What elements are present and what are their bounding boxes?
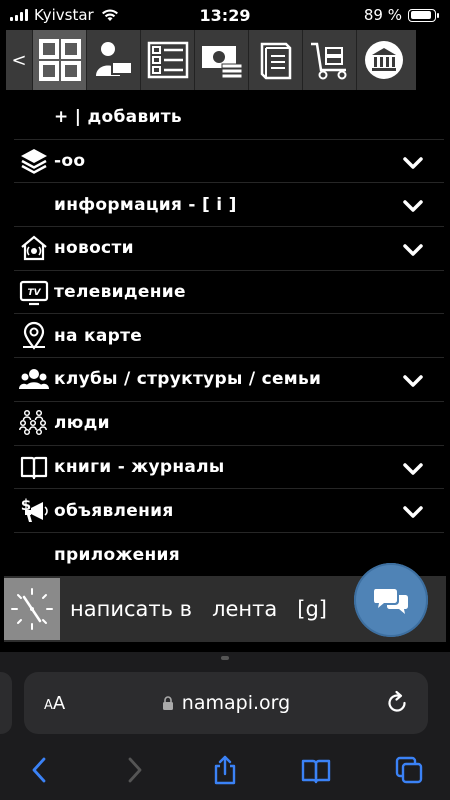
people-icon — [19, 410, 47, 436]
tv-icon: TV — [19, 280, 49, 306]
browser-chrome: AA namapi.org — [0, 652, 450, 800]
chevron-down-icon[interactable] — [402, 370, 428, 396]
book-icon — [260, 42, 291, 80]
toolbar-book-button[interactable] — [248, 30, 302, 90]
toolbar-grid-button[interactable] — [32, 30, 86, 90]
share-icon — [214, 755, 236, 785]
menu-item-label: новости — [54, 238, 134, 259]
chevron-down-icon[interactable] — [402, 152, 428, 178]
home-broadcast-icon — [21, 235, 47, 261]
top-toolbar: < — [6, 30, 416, 90]
group-icon — [19, 369, 49, 390]
menu-item-label: клубы / структуры / семьи — [54, 369, 322, 390]
menu-item-label: приложения — [54, 544, 180, 565]
list-form-icon — [147, 41, 188, 79]
chevron-right-icon — [128, 757, 142, 783]
write-post-label[interactable]: написать в лента [g] — [70, 597, 327, 621]
toolbar-back-button[interactable]: < — [6, 30, 32, 90]
toolbar-list-button[interactable] — [140, 30, 194, 90]
toolbar-institution-button[interactable] — [356, 30, 410, 90]
share-button[interactable] — [205, 750, 245, 790]
menu-item-label: информация - [ i ] — [54, 194, 237, 215]
toolbar-money-button[interactable] — [194, 30, 248, 90]
lock-icon — [162, 696, 173, 710]
menu-item-news[interactable]: новости — [14, 227, 444, 271]
back-button[interactable] — [20, 750, 60, 790]
menu-item-label: на карте — [54, 325, 143, 346]
scroll-indicator — [221, 656, 229, 660]
tabs-icon — [395, 756, 423, 784]
institution-icon — [364, 41, 403, 79]
cart-icon — [310, 42, 346, 80]
chat-button[interactable] — [354, 563, 428, 637]
menu-item-ads[interactable]: $ объявления — [14, 489, 444, 533]
menu-item-books[interactable]: книги - журналы — [14, 446, 444, 490]
menu-item-label: + | добавить — [54, 107, 182, 128]
chat-icon — [374, 589, 408, 614]
menu-item-info[interactable]: информация - [ i ] — [14, 183, 444, 228]
forward-button[interactable] — [114, 750, 154, 790]
menu-item-label: телевидение — [54, 282, 186, 303]
layers-icon — [21, 149, 47, 174]
address-bar[interactable]: AA namapi.org — [24, 672, 428, 734]
menu-item-people[interactable]: люди — [14, 402, 444, 446]
bookmarks-button[interactable] — [296, 750, 336, 790]
wifi-icon — [101, 9, 118, 21]
previous-tab-preview[interactable] — [0, 672, 12, 734]
menu-item-map[interactable]: на карте — [14, 314, 444, 359]
url-display[interactable]: namapi.org — [24, 692, 428, 714]
tabs-button[interactable] — [389, 750, 429, 790]
main-menu: + | добавить -оо информация - [ i ] ново… — [14, 96, 444, 577]
status-bar: Kyivstar 13:29 89 % — [0, 0, 450, 30]
battery-icon — [408, 8, 439, 22]
chevron-down-icon[interactable] — [402, 458, 428, 484]
money-icon — [201, 46, 242, 79]
menu-item-tv[interactable]: TV телевидение — [14, 271, 444, 315]
menu-item-clubs[interactable]: клубы / структуры / семьи — [14, 358, 444, 402]
chevron-down-icon[interactable] — [402, 195, 428, 221]
user-card-icon — [95, 42, 133, 76]
browser-nav-bar — [0, 750, 450, 790]
signal-icon — [10, 9, 28, 21]
clock-icon[interactable] — [4, 578, 60, 640]
toolbar-cart-button[interactable] — [302, 30, 356, 90]
carrier-name: Kyivstar — [34, 6, 94, 24]
menu-item-add[interactable]: + | добавить — [14, 96, 444, 140]
menu-item-label: люди — [54, 413, 110, 434]
chevron-left-icon — [32, 757, 46, 783]
bookmarks-book-icon — [301, 759, 331, 784]
book-open-icon — [20, 456, 48, 479]
chevron-down-icon[interactable] — [402, 501, 428, 527]
reload-icon[interactable] — [384, 690, 410, 716]
menu-item-oo[interactable]: -оо — [14, 140, 444, 184]
megaphone-icon: $ — [21, 496, 48, 522]
toolbar-user-button[interactable] — [86, 30, 140, 90]
grid-icon — [38, 39, 81, 81]
svg-text:TV: TV — [27, 288, 41, 298]
menu-item-label: -оо — [54, 151, 86, 172]
map-pin-icon — [23, 321, 45, 350]
menu-item-label: книги - журналы — [54, 456, 225, 477]
battery-percent: 89 % — [363, 6, 402, 24]
url-text: namapi.org — [181, 692, 291, 714]
chevron-down-icon[interactable] — [402, 239, 428, 265]
menu-item-label: объявления — [54, 500, 174, 521]
